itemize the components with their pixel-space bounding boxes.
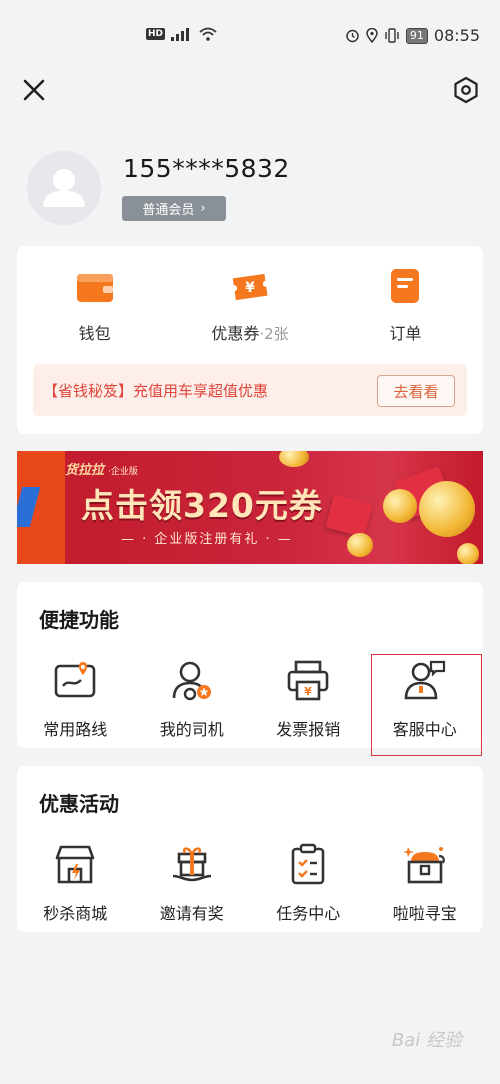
- default-user-icon: [43, 169, 85, 207]
- gold-coin-graphic: [279, 451, 309, 467]
- close-icon: [23, 79, 45, 101]
- quick-functions-card: 便捷功能 常用路线 我的司机 ¥ 发票报销 客服中心: [17, 582, 483, 748]
- invite-gift-icon: [172, 847, 211, 882]
- customer-service-label: 客服中心: [392, 720, 457, 739]
- savings-promo-bar[interactable]: 【省钱秘笈】充值用车享超值优惠 去看看: [33, 364, 467, 416]
- coupon-label: 优惠券: [211, 324, 260, 343]
- wallet-label: 钱包: [78, 324, 111, 343]
- signal-icon: [171, 28, 190, 41]
- route-map-icon: [54, 662, 96, 698]
- vibrate-icon: [385, 28, 399, 43]
- watermark: Bai 经验: [391, 1030, 462, 1051]
- gold-coin-graphic: [419, 481, 475, 537]
- flash-sale-label: 秒杀商城: [43, 904, 108, 923]
- phone-number: 155****5832: [123, 154, 290, 183]
- banner-edge-graphic: [17, 451, 65, 564]
- gold-coin-graphic: [457, 543, 479, 564]
- treasure-hunt-entry[interactable]: 啦啦寻宝: [367, 842, 484, 924]
- go-see-button[interactable]: 去看看: [377, 375, 455, 407]
- invoice-entry[interactable]: ¥ 发票报销: [250, 658, 367, 740]
- avatar[interactable]: [27, 151, 101, 225]
- promotions-card: 优惠活动 秒杀商城 邀请有奖 任务中心 啦啦寻宝: [17, 766, 483, 932]
- my-drivers-entry[interactable]: 我的司机: [134, 658, 251, 740]
- banner-title: 点击领320元券: [81, 486, 323, 525]
- system-indicators: 91 08:55: [345, 26, 480, 45]
- treasure-box-icon: [402, 847, 445, 884]
- status-bar: HD 91 08:55: [0, 0, 500, 72]
- clock: 08:55: [433, 26, 480, 45]
- banner-brand-name: 货拉拉: [65, 463, 105, 478]
- section-title: 优惠活动: [39, 792, 119, 816]
- driver-icon: [172, 661, 211, 701]
- banner-subtitle: — · 企业版注册有礼 · —: [121, 532, 293, 547]
- wallet-icon: [76, 274, 113, 302]
- invoice-printer-icon: ¥: [287, 660, 329, 701]
- banner-brand: 货拉拉 ·企业版: [65, 459, 138, 478]
- enterprise-coupon-banner[interactable]: 货拉拉 ·企业版 点击领320元券 — · 企业版注册有礼 · —: [17, 451, 483, 564]
- alarm-icon: [346, 29, 359, 43]
- frequent-routes-label: 常用路线: [43, 720, 108, 739]
- task-clipboard-icon: [291, 843, 325, 885]
- hd-indicator: HD: [146, 28, 166, 40]
- customer-service-entry[interactable]: 客服中心: [367, 658, 484, 740]
- svg-text:¥: ¥: [245, 280, 255, 296]
- task-center-label: 任务中心: [276, 904, 341, 923]
- flash-sale-store-icon: [55, 845, 95, 884]
- wallet-entry[interactable]: 钱包: [17, 266, 172, 344]
- banner-brand-sub: ·企业版: [108, 467, 138, 477]
- settings-hexagon-icon: [454, 76, 478, 104]
- flash-sale-entry[interactable]: 秒杀商城: [17, 842, 134, 924]
- chevron-right-icon: ›: [200, 201, 206, 216]
- member-level-badge[interactable]: 普通会员 ›: [122, 196, 226, 221]
- section-title: 便捷功能: [39, 608, 119, 632]
- gold-coin-graphic: [347, 533, 373, 557]
- task-center-entry[interactable]: 任务中心: [250, 842, 367, 924]
- gold-coin-graphic: [383, 489, 417, 523]
- svg-text:¥: ¥: [304, 685, 312, 698]
- savings-promo-text: 【省钱秘笈】充值用车享超值优惠: [43, 382, 269, 400]
- order-entry[interactable]: 订单: [328, 266, 483, 344]
- my-drivers-label: 我的司机: [159, 720, 224, 739]
- frequent-routes-entry[interactable]: 常用路线: [17, 658, 134, 740]
- battery-indicator: 91: [405, 27, 428, 44]
- order-label: 订单: [389, 324, 422, 343]
- wallet-card: 钱包 ¥ 优惠券·2张 订单 【省钱秘笈】充值用车享超值优惠 去看看: [17, 246, 483, 434]
- order-icon: [391, 269, 420, 303]
- treasure-hunt-label: 啦啦寻宝: [392, 904, 457, 923]
- red-envelope-graphic: [325, 494, 373, 538]
- invite-reward-label: 邀请有奖: [159, 904, 224, 923]
- network-indicators: HD: [146, 27, 217, 41]
- coupon-count: ·2张: [259, 325, 289, 343]
- close-button[interactable]: [18, 74, 50, 106]
- wifi-icon: [199, 27, 217, 41]
- customer-service-icon: [404, 660, 445, 700]
- coupon-entry[interactable]: ¥ 优惠券·2张: [172, 266, 327, 344]
- coupon-icon: ¥: [232, 273, 268, 301]
- settings-button[interactable]: [450, 74, 482, 106]
- invite-reward-entry[interactable]: 邀请有奖: [134, 842, 251, 924]
- location-icon: [366, 28, 378, 43]
- member-level-label: 普通会员: [142, 203, 195, 218]
- invoice-label: 发票报销: [276, 720, 341, 739]
